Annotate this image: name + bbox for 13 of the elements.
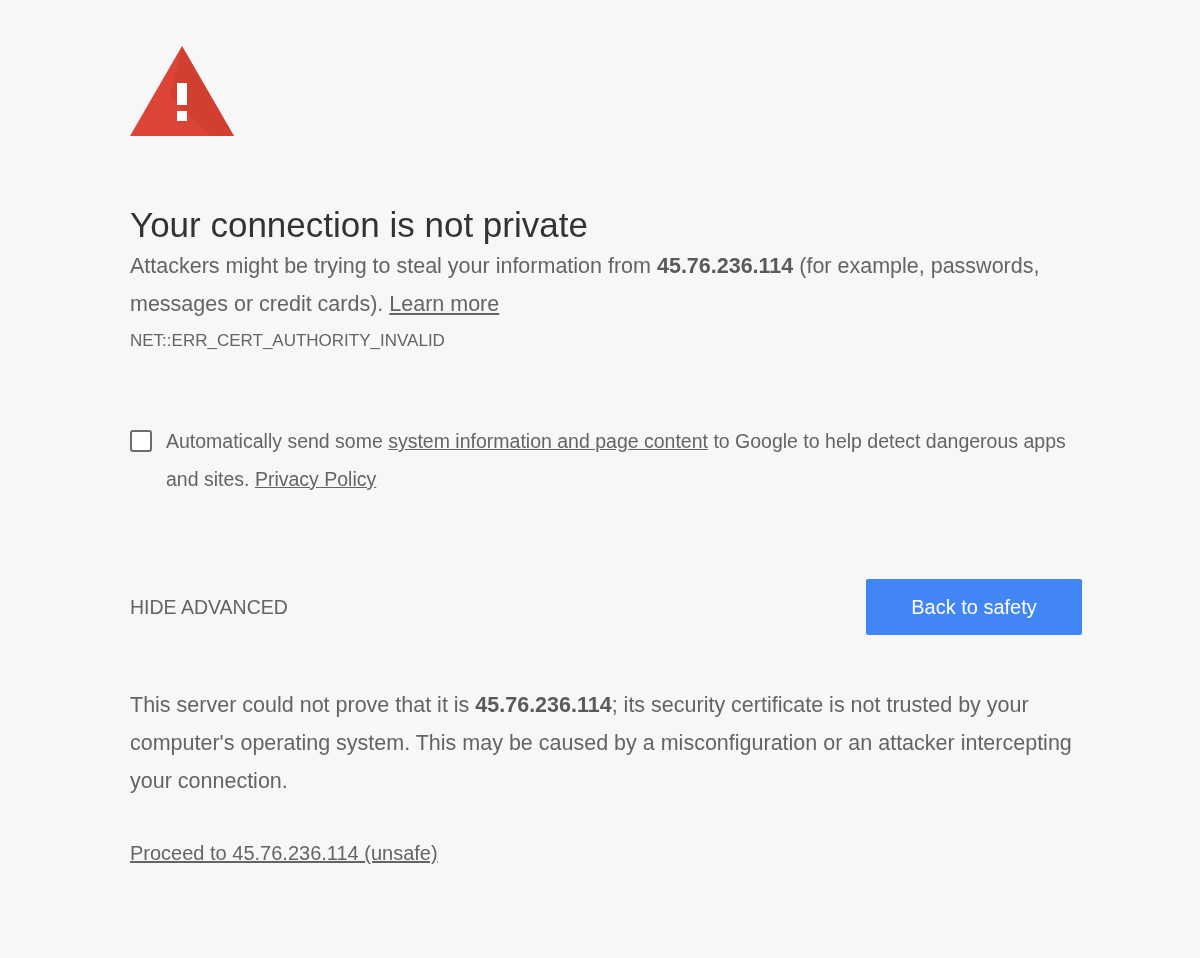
warning-message: Attackers might be trying to steal your information from 45.76.236.114 (for example, passwords, messages or credit cards). Learn more xyxy=(130,253,1041,318)
error-code: NET::ERR_CERT_AUTHORITY_INVALID xyxy=(130,330,445,352)
link[interactable]: Privacy Policy xyxy=(254,468,377,490)
details-message: This server could not prove that it is 45.76.236.114; its security certificate is not trusted by your computer's operating system. This may be caused by a misconfiguration or an attacker intercepting your connection. xyxy=(130,692,1073,795)
warning-icon xyxy=(130,46,234,136)
link[interactable]: system information and page content xyxy=(388,430,708,452)
back-to-safety-button[interactable]: Back to safety xyxy=(866,579,1082,635)
report-consent-text: Automatically send some system information and page content to Google to help detect dangerous apps and sites. Privacy Policy xyxy=(166,429,1067,492)
hide-advanced-button[interactable]: HIDE ADVANCED xyxy=(130,595,288,619)
proceed-link[interactable]: Proceed to 45.76.236.114 (unsafe) xyxy=(130,838,438,868)
checkbox[interactable] xyxy=(130,430,152,452)
link[interactable]: Learn more xyxy=(389,292,500,316)
page-title: Your connection is not private xyxy=(130,204,589,246)
